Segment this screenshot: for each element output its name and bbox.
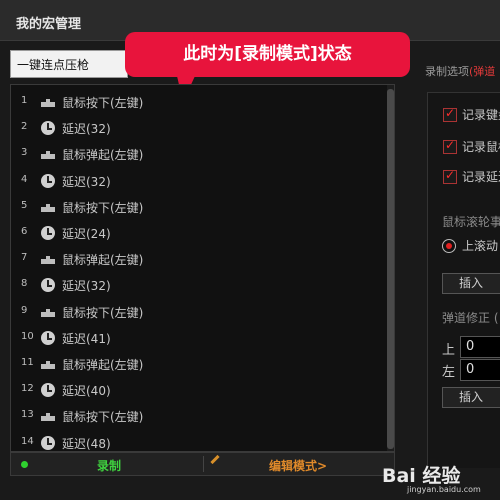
mouse-icon xyxy=(41,200,55,214)
mouse-icon xyxy=(41,305,55,319)
up-label: 上 xyxy=(442,343,456,358)
record-keyboard-checkbox[interactable] xyxy=(443,106,457,122)
window-title: 我的宏管理 xyxy=(16,17,82,32)
up-offset-input[interactable]: 0 xyxy=(460,336,500,358)
step-label: 延迟(32) xyxy=(62,122,111,137)
clock-icon xyxy=(41,226,55,240)
record-options-panel: 记录键盘 记录鼠标 记录延迟 鼠标滚轮事 上滚动 插入 弹道修正 ( 上 0 左… xyxy=(427,92,500,468)
macro-step-row[interactable]: 12 延迟(40) xyxy=(11,377,371,403)
step-label: 鼠标按下(左键) xyxy=(62,410,144,425)
clock-icon xyxy=(41,173,55,188)
edit-mode-button[interactable]: 编辑模式> xyxy=(269,457,327,474)
record-indicator-icon xyxy=(21,461,28,468)
mouse-icon xyxy=(41,252,55,266)
macro-select[interactable]: 一键连点压枪 xyxy=(10,50,128,78)
callout-text: 此时为[录制模式]状态 xyxy=(183,44,352,64)
step-label: 延迟(24) xyxy=(62,227,111,241)
record-options-label: 录制选项 xyxy=(425,65,469,78)
watermark-url: jingyan.baidu.com xyxy=(407,485,481,494)
mouse-icon xyxy=(41,409,55,423)
step-label: 鼠标按下(左键) xyxy=(62,96,144,110)
macro-step-row[interactable]: 11 鼠标弹起(左键) xyxy=(11,351,371,377)
step-label: 鼠标按下(左键) xyxy=(62,200,144,215)
macro-step-row[interactable]: 9 鼠标按下(左键) xyxy=(11,299,371,325)
record-mouse-label: 记录鼠标 xyxy=(462,140,500,154)
macro-step-row[interactable]: 5 鼠标按下(左键) xyxy=(11,194,371,220)
clock-icon xyxy=(41,121,55,136)
watermark-logo: Bai 经验 xyxy=(382,465,461,487)
macro-step-row[interactable]: 13 鼠标按下(左键) xyxy=(11,403,371,429)
macro-step-row[interactable]: 6 延迟(24) xyxy=(11,220,371,246)
step-label: 延迟(40) xyxy=(62,384,111,399)
mouse-icon xyxy=(41,95,55,109)
step-label: 鼠标弹起(左键) xyxy=(62,358,144,372)
step-label: 鼠标按下(左键) xyxy=(62,305,144,320)
step-label: 鼠标弹起(左键) xyxy=(62,253,144,268)
wheel-event-label: 鼠标滚轮事 xyxy=(442,215,500,229)
macro-step-row[interactable]: 1 鼠标按下(左键) xyxy=(11,89,371,115)
clock-icon xyxy=(41,435,55,450)
record-delay-label: 记录延迟 xyxy=(462,170,500,184)
step-label: 延迟(41) xyxy=(62,331,111,346)
macro-step-row[interactable]: 4 延迟(32) xyxy=(11,168,371,194)
mode-callout: 此时为[录制模式]状态 xyxy=(125,32,410,102)
record-button[interactable]: 录制 xyxy=(97,457,121,474)
scroll-thumb[interactable] xyxy=(387,89,394,449)
record-keyboard-label: 记录键盘 xyxy=(462,108,500,122)
list-scrollbar[interactable] xyxy=(387,85,394,451)
scroll-up-radio[interactable] xyxy=(442,239,456,253)
clock-icon xyxy=(41,383,55,398)
record-mouse-checkbox[interactable] xyxy=(443,138,457,154)
left-offset-input[interactable]: 0 xyxy=(460,359,500,381)
mouse-icon xyxy=(41,147,55,161)
record-options-accent: (弹道 xyxy=(469,65,496,78)
pencil-icon xyxy=(210,454,220,465)
macro-step-row[interactable]: 2 延迟(32) xyxy=(11,115,371,141)
step-label: 鼠标弹起(左键) xyxy=(62,148,144,163)
macro-step-row[interactable]: 3 鼠标弹起(左键) xyxy=(11,141,371,167)
clock-icon xyxy=(41,278,55,293)
record-delay-checkbox[interactable] xyxy=(443,168,457,184)
macro-step-row[interactable]: 10 延迟(41) xyxy=(11,325,371,351)
insert-wheel-button[interactable]: 插入 xyxy=(442,273,500,294)
macro-step-row[interactable]: 8 延迟(32) xyxy=(11,272,371,298)
insert-offset-button[interactable]: 插入 xyxy=(442,387,500,408)
bottom-bar: 录制 编辑模式> xyxy=(10,452,395,476)
step-label: 延迟(48) xyxy=(62,436,111,451)
macro-step-row[interactable]: 14 延迟(48) xyxy=(11,430,371,451)
divider xyxy=(203,456,204,472)
macro-step-row[interactable]: 7 鼠标弹起(左键) xyxy=(11,246,371,272)
trajectory-correction-label: 弹道修正 ( xyxy=(442,311,499,325)
mouse-icon xyxy=(41,357,55,371)
scroll-up-label: 上滚动 xyxy=(462,239,499,253)
step-label: 延迟(32) xyxy=(62,174,111,189)
step-label: 延迟(32) xyxy=(62,279,111,294)
clock-icon xyxy=(41,330,55,345)
left-label: 左 xyxy=(442,365,456,380)
record-options-header: 录制选项(弹道 xyxy=(425,63,495,79)
macro-step-list[interactable]: 1 鼠标按下(左键) 2 延迟(32) 3 鼠标弹起(左键) 4 延迟(32) 5 鼠标按下(左键… xyxy=(10,84,395,452)
